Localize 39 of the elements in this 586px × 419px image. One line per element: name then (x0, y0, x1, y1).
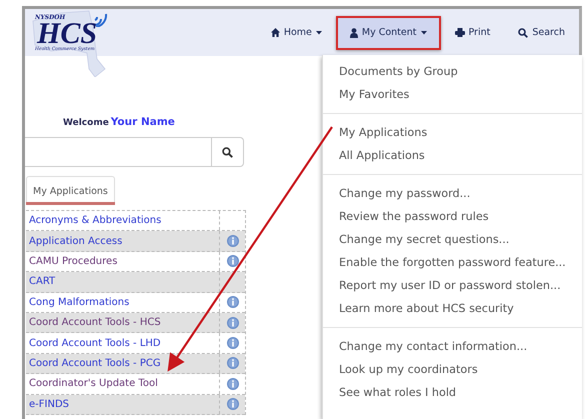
menu-item[interactable]: Change my secret questions... (323, 228, 582, 251)
application-link[interactable]: CAMU Procedures (26, 252, 220, 272)
application-link[interactable]: Acronyms & Abbreviations (26, 211, 220, 230)
menu-item[interactable]: Documents by Group (323, 60, 582, 83)
home-icon (270, 28, 280, 37)
menu-item[interactable]: Change my contact information... (323, 335, 582, 358)
info-icon[interactable] (226, 316, 238, 329)
info-icon[interactable] (226, 357, 238, 370)
menu-item[interactable]: Enable the forgotten password feature... (323, 251, 582, 274)
info-icon[interactable] (226, 255, 238, 268)
menu-item[interactable]: My Applications (323, 121, 582, 144)
logo-title: HCS (37, 20, 98, 46)
search-icon (222, 146, 233, 158)
person-icon (350, 28, 358, 38)
search-field[interactable] (25, 137, 244, 167)
info-icon[interactable] (226, 398, 238, 410)
nav-item[interactable]: My Content (336, 16, 440, 50)
menu-item[interactable]: All Applications (323, 144, 582, 167)
menu-item[interactable]: Look up my coordinators (323, 358, 582, 381)
application-link[interactable]: Coordinator's Update Tool (26, 374, 220, 394)
nav-item[interactable]: Search (504, 16, 579, 50)
menu-item[interactable]: Change my password... (323, 182, 582, 205)
welcome-label: Welcome (63, 118, 109, 128)
menu-item[interactable]: Learn more about HCS security (323, 297, 582, 320)
menu-item[interactable]: Review the password rules (323, 205, 582, 228)
user-name: Your Name (110, 116, 175, 128)
info-icon[interactable] (226, 337, 238, 350)
info-icon[interactable] (226, 296, 238, 308)
menu-item[interactable]: Report my user ID or password stolen... (323, 274, 582, 297)
tab[interactable]: My Applications (26, 176, 115, 202)
menu-item[interactable]: My Favorites (323, 83, 582, 106)
application-link[interactable]: Cong Malformations (26, 292, 220, 312)
search-icon (518, 28, 528, 38)
menu-item[interactable]: See what roles I hold (323, 381, 582, 404)
info-icon[interactable] (226, 235, 238, 248)
application-link[interactable]: Coord Account Tools - LHD (26, 333, 220, 353)
info-icon[interactable] (226, 378, 238, 390)
nav-item[interactable]: Home (256, 16, 336, 50)
nav-item[interactable]: Print (440, 16, 504, 50)
